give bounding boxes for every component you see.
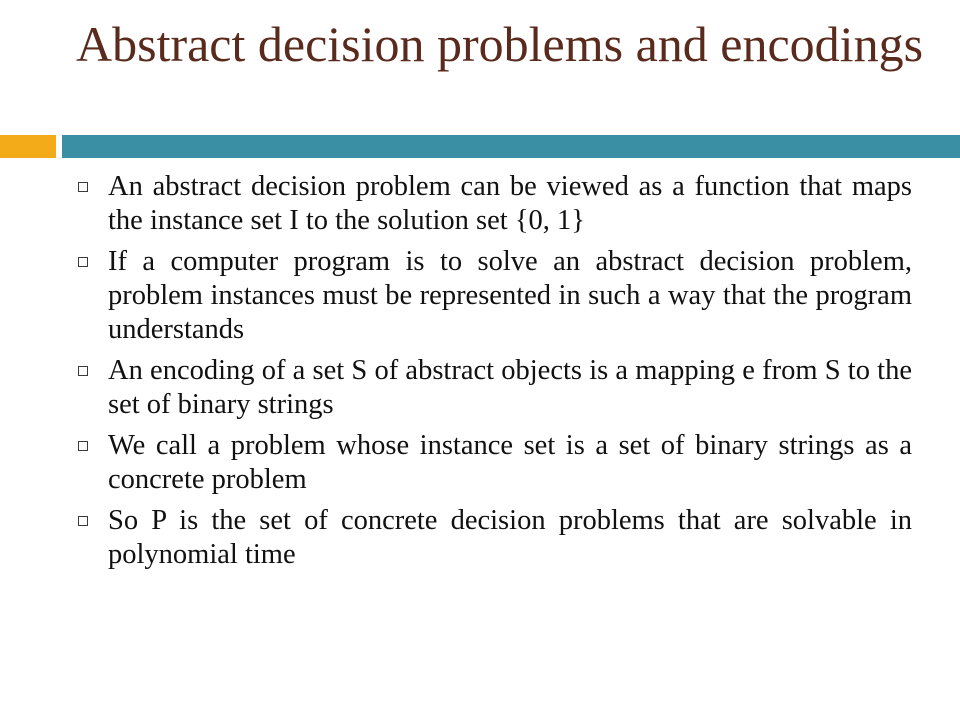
square-bullet-icon [78,182,88,192]
bullet-list: An abstract decision problem can be view… [74,170,912,579]
title-underline-bar [62,135,960,158]
bullet-text: So P is the set of concrete decision pro… [108,505,912,570]
bullet-item: If a computer program is to solve an abs… [74,245,912,347]
square-bullet-icon [78,516,88,526]
bullet-text: If a computer program is to solve an abs… [108,246,912,345]
title-accent-bar [0,135,56,158]
bullet-text: An abstract decision problem can be view… [108,171,912,236]
bullet-item: An abstract decision problem can be view… [74,170,912,238]
bullet-text: An encoding of a set S of abstract objec… [108,355,912,420]
bullet-item: So P is the set of concrete decision pro… [74,504,912,572]
bullet-text: We call a problem whose instance set is … [108,430,912,495]
square-bullet-icon [78,366,88,376]
slide-title: Abstract decision problems and encodings [76,16,924,72]
bullet-item: An encoding of a set S of abstract objec… [74,354,912,422]
bullet-item: We call a problem whose instance set is … [74,429,912,497]
square-bullet-icon [78,257,88,267]
square-bullet-icon [78,441,88,451]
